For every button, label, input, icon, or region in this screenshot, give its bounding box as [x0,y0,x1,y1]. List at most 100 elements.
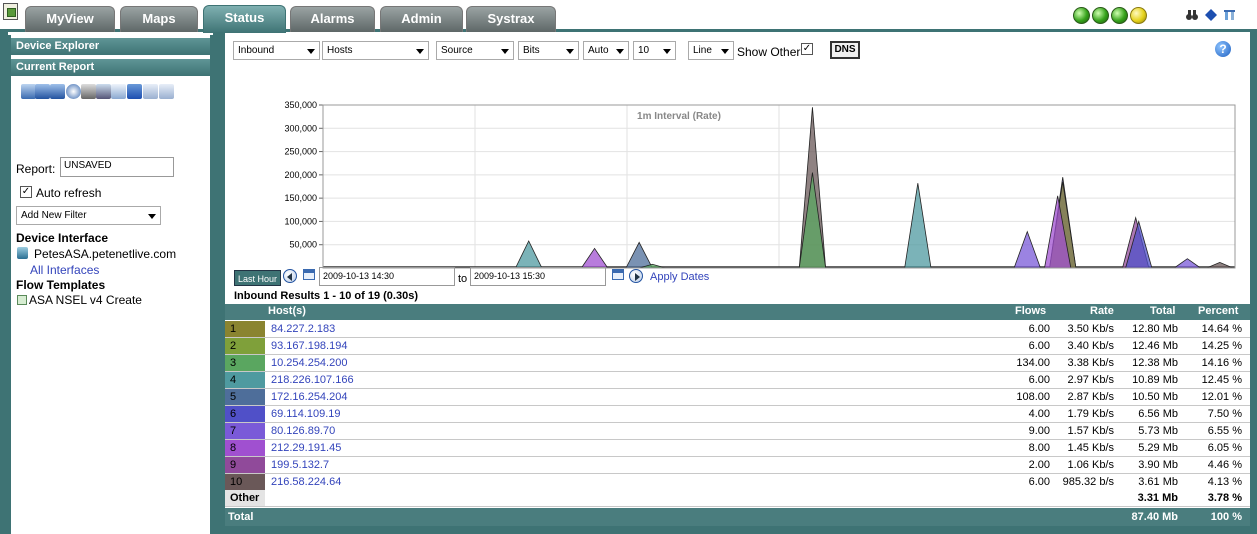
copy-icon[interactable] [159,84,174,99]
flows-cell: 4.00 [1028,408,1050,420]
report-label: Report: [16,162,56,176]
host-link[interactable]: 80.126.89.70 [271,425,335,437]
status-light-yellow-icon[interactable] [1130,7,1147,24]
export-icon[interactable] [21,84,36,99]
table-row[interactable]: 3 10.254.254.200 134.00 3.38 Kb/s 12.38 Mb 14… [225,355,1250,372]
direction-select[interactable]: Inbound [233,41,320,60]
table-row[interactable]: 6 69.114.109.19 4.00 1.79 Kb/s 6.56 Mb 7.50 % [225,406,1250,423]
host-link[interactable]: 84.227.2.183 [271,323,335,335]
scale-select[interactable]: Auto [583,41,629,60]
table-row[interactable]: 8 212.29.191.45 8.00 1.45 Kb/s 5.29 Mb 6.05 % [225,440,1250,457]
flows-column-header[interactable]: Flows [1015,305,1046,317]
rate-column-header[interactable]: Rate [1090,305,1114,317]
percent-cell: 7.50 % [1207,408,1242,420]
tab-myview[interactable]: MyView [25,6,115,32]
host-link[interactable]: 10.254.254.200 [271,357,347,369]
table-row[interactable]: 9 199.5.132.7 2.00 1.06 Kb/s 3.90 Mb 4.46 % [225,457,1250,474]
tools-icon[interactable] [1224,9,1236,21]
schedule-icon[interactable] [66,84,81,99]
table-row[interactable]: 1 84.227.2.183 6.00 3.50 Kb/s 12.80 Mb 14.64 … [225,321,1250,338]
tab-systrax[interactable]: Systrax [466,6,556,32]
status-light-green-icon[interactable] [1092,7,1109,24]
percent-cell: 6.55 % [1207,425,1242,437]
rss-icon[interactable] [127,84,142,99]
group-by-select[interactable]: Hosts [322,41,429,60]
last-hour-button[interactable]: Last Hour [234,270,281,286]
host-link[interactable]: 93.167.198.194 [271,340,347,352]
help-icon[interactable]: ? [1215,41,1231,57]
tab-maps[interactable]: Maps [120,6,198,32]
flows-cell: 6.00 [1028,323,1050,335]
table-row[interactable]: 5 172.16.254.204 108.00 2.87 Kb/s 10.50 Mb 12… [225,389,1250,406]
calendar-icon[interactable] [612,269,624,280]
count-select[interactable]: 10 [633,41,676,60]
end-date-input[interactable]: 2009-10-13 15:30 [470,267,606,286]
table-icon[interactable] [111,84,126,99]
y-tick-label: 50,000 [289,240,317,250]
chevron-down-icon [566,49,574,54]
total-cell: 10.50 Mb [1132,391,1178,403]
host-column-header[interactable]: Host(s) [268,305,306,317]
total-label: Total [228,511,254,523]
calendar-icon[interactable] [303,269,315,280]
apply-dates-link[interactable]: Apply Dates [650,271,709,283]
unit-select[interactable]: Bits [518,41,579,60]
host-link[interactable]: 212.29.191.45 [271,442,341,454]
flows-cell: 6.00 [1028,340,1050,352]
binoculars-icon[interactable] [1186,9,1198,21]
y-tick-label: 150,000 [284,193,317,203]
status-light-green-icon[interactable] [1111,7,1128,24]
source-select[interactable]: Source [436,41,514,60]
rate-cell: 985.32 b/s [1062,476,1114,488]
show-other-checkbox[interactable]: ✓ [801,43,813,55]
row-index: 9 [225,457,265,473]
status-light-green-icon[interactable] [1073,7,1090,24]
host-link[interactable]: 69.114.109.19 [271,408,341,420]
device-explorer-header[interactable]: Device Explorer [11,38,210,55]
graph-type-select[interactable]: Line [688,41,734,60]
host-link[interactable]: 172.16.254.204 [271,391,347,403]
diamond-icon[interactable] [1205,9,1217,21]
start-date-input[interactable]: 2009-10-13 14:30 [319,267,455,286]
row-index: 10 [225,474,265,490]
group-by-value: Hosts [327,45,353,56]
tab-admin[interactable]: Admin [380,6,463,32]
save-icon[interactable] [35,84,50,99]
document-icon[interactable] [143,84,158,99]
host-link[interactable]: 216.58.224.64 [271,476,341,488]
table-row[interactable]: 4 218.226.107.166 6.00 2.97 Kb/s 10.89 Mb 12.… [225,372,1250,389]
rate-cell: 3.40 Kb/s [1067,340,1114,352]
add-filter-select[interactable]: Add New Filter [16,206,161,225]
total-column-header[interactable]: Total [1150,305,1175,317]
rate-cell: 1.45 Kb/s [1067,442,1114,454]
current-report-header[interactable]: Current Report [11,59,210,76]
all-interfaces-link[interactable]: All Interfaces [30,263,99,277]
device-name[interactable]: PetesASA.petenetlive.com [34,247,176,261]
auto-refresh-checkbox[interactable]: ✓ [20,186,32,198]
percent-cell: 14.64 % [1201,323,1242,335]
row-index: 2 [225,338,265,354]
email-icon[interactable] [96,84,111,99]
row-index: 3 [225,355,265,371]
prev-range-icon[interactable] [283,269,297,283]
host-link[interactable]: 218.226.107.166 [271,374,354,386]
tab-status[interactable]: Status [203,5,286,33]
host-link[interactable]: 199.5.132.7 [271,459,329,471]
app-logo-icon[interactable] [3,3,18,20]
table-row[interactable]: 7 80.126.89.70 9.00 1.57 Kb/s 5.73 Mb 6.55 % [225,423,1250,440]
report-controls: Inbound Hosts Source Bits Auto 10 Line S… [225,35,1250,65]
dns-button[interactable]: DNS [830,41,860,59]
to-label: to [458,273,468,285]
print-icon[interactable] [81,84,96,99]
flow-template-item[interactable]: ASA NSEL v4 Create [29,293,142,307]
save-as-icon[interactable] [50,84,65,99]
table-row[interactable]: 2 93.167.198.194 6.00 3.40 Kb/s 12.46 Mb 14.2… [225,338,1250,355]
flows-cell: 134.00 [1016,357,1050,369]
table-row[interactable]: 10 216.58.224.64 6.00 985.32 b/s 3.61 Mb 4.13… [225,474,1250,491]
rate-cell: 3.50 Kb/s [1067,323,1114,335]
rate-cell: 1.57 Kb/s [1067,425,1114,437]
tab-alarms[interactable]: Alarms [290,6,375,32]
report-name-input[interactable]: UNSAVED [60,157,174,177]
percent-column-header[interactable]: Percent [1198,305,1238,317]
next-range-icon[interactable] [629,269,643,283]
